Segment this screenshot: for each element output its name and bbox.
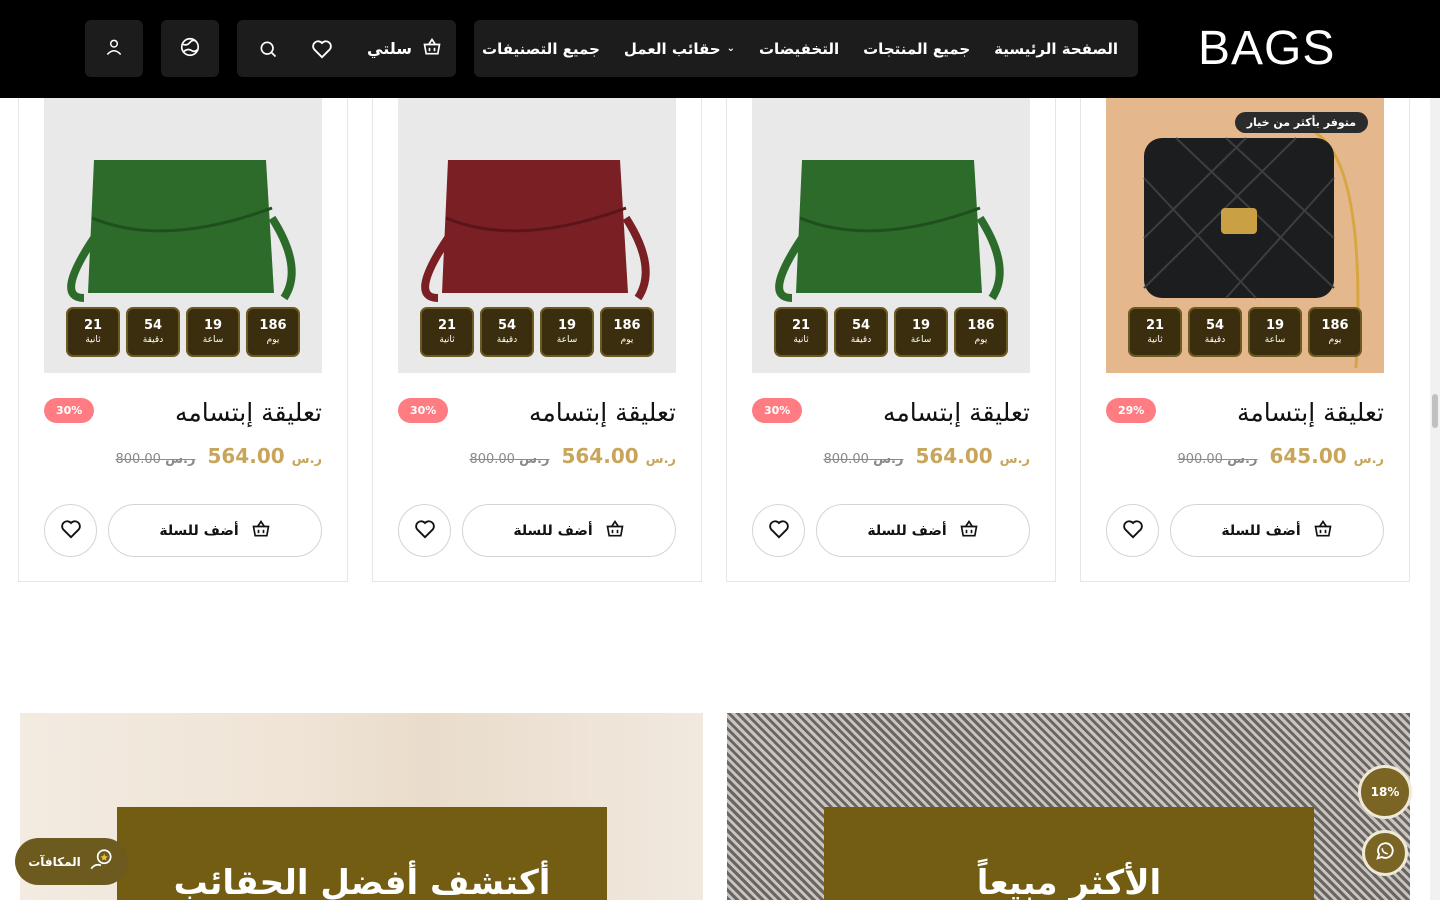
banner-overlay: أكتشف أفضل الحقائب (117, 807, 607, 900)
discount-badge: 30% (44, 398, 95, 423)
globe-icon (179, 36, 201, 62)
timer-hours: 19 ساعة (540, 307, 594, 357)
timer-seconds: 21 ثانية (1128, 307, 1182, 357)
product-image[interactable]: متوفر بأكثر من خيار 186 يوم 19 ساعة 54 دقيق… (1106, 98, 1384, 373)
product-name[interactable]: تعليقة إبتسامه (529, 398, 676, 427)
basket-icon (959, 519, 979, 543)
wishlist-button[interactable] (44, 504, 97, 557)
account-button[interactable] (85, 20, 143, 77)
add-to-cart-button[interactable]: أضف للسلة (462, 504, 676, 557)
product-image[interactable]: 186 يوم 19 ساعة 54 دقيقة 21 ثانية (44, 98, 322, 373)
header-tools: سلتي (237, 20, 456, 77)
heart-icon (1122, 519, 1144, 543)
wishlist-button[interactable] (398, 504, 451, 557)
countdown-timer: 186 يوم 19 ساعة 54 دقيقة 21 ثانية (1106, 307, 1384, 357)
countdown-timer: 186 يوم 19 ساعة 54 دقيقة 21 ثانية (398, 307, 676, 357)
banner-best-sellers[interactable]: الأكثر مبيعاً (727, 713, 1410, 900)
search-icon[interactable] (257, 38, 279, 60)
basket-icon (605, 519, 625, 543)
old-price: ر.س 800.00 (469, 452, 550, 467)
product-image[interactable]: 186 يوم 19 ساعة 54 دقيقة 21 ثانية (752, 98, 1030, 373)
old-price: ر.س 800.00 (115, 452, 196, 467)
timer-minutes: 54 دقيقة (834, 307, 888, 357)
banner-title: الأكثر مبيعاً (976, 863, 1162, 900)
heart-icon (414, 519, 436, 543)
nav-sales[interactable]: التخفيضات (759, 40, 839, 58)
countdown-timer: 186 يوم 19 ساعة 54 دقيقة 21 ثانية (752, 307, 1030, 357)
product-card[interactable]: متوفر بأكثر من خيار 186 يوم 19 ساعة 54 دقيق… (1080, 80, 1410, 582)
site-header: BAGS الصفحة الرئيسية جميع المنتجات التخف… (0, 0, 1440, 98)
nav-home[interactable]: الصفحة الرئيسية (994, 40, 1118, 58)
timer-days: 186 يوم (954, 307, 1008, 357)
timer-minutes: 54 دقيقة (1188, 307, 1242, 357)
chevron-down-icon: ⌄ (726, 43, 735, 54)
basket-icon (251, 519, 271, 543)
add-to-cart-button[interactable]: أضف للسلة (816, 504, 1030, 557)
timer-seconds: 21 ثانية (420, 307, 474, 357)
nav-all-categories[interactable]: جميع التصنيفات (482, 40, 600, 58)
logo-text: BAGS (1198, 22, 1336, 75)
product-card[interactable]: 186 يوم 19 ساعة 54 دقيقة 21 ثانية تعليقة إبت… (372, 80, 702, 582)
progress-indicator[interactable]: 18% (1358, 765, 1412, 819)
price-row: ر.س 900.00 ر.س 645.00 (1177, 444, 1384, 468)
scrollbar[interactable] (1430, 98, 1440, 900)
banner-overlay: الأكثر مبيعاً (824, 807, 1314, 900)
options-badge: متوفر بأكثر من خيار (1234, 112, 1368, 133)
banner-title: أكتشف أفضل الحقائب (173, 863, 551, 900)
product-name[interactable]: تعليقة إبتسامه (175, 398, 322, 427)
current-price: ر.س 645.00 (1269, 444, 1384, 468)
timer-minutes: 54 دقيقة (126, 307, 180, 357)
heart-icon (768, 519, 790, 543)
timer-days: 186 يوم (246, 307, 300, 357)
timer-hours: 19 ساعة (894, 307, 948, 357)
discount-badge: 30% (752, 398, 803, 423)
old-price: ر.س 800.00 (823, 452, 904, 467)
product-card[interactable]: 186 يوم 19 ساعة 54 دقيقة 21 ثانية تعليقة إبت… (726, 80, 1056, 582)
rewards-button[interactable]: المكافآت (15, 838, 128, 885)
timer-hours: 19 ساعة (186, 307, 240, 357)
discount-badge: 30% (398, 398, 449, 423)
whatsapp-button[interactable] (1362, 830, 1408, 876)
timer-hours: 19 ساعة (1248, 307, 1302, 357)
heart-icon (60, 519, 82, 543)
timer-days: 186 يوم (1308, 307, 1362, 357)
current-price: ر.س 564.00 (915, 444, 1030, 468)
add-to-cart-button[interactable]: أضف للسلة (1170, 504, 1384, 557)
whatsapp-icon (1374, 840, 1396, 866)
basket-icon (422, 37, 442, 61)
old-price: ر.س 900.00 (1177, 452, 1258, 467)
wishlist-button[interactable] (1106, 504, 1159, 557)
user-icon (104, 37, 124, 61)
logo[interactable]: BAGS (1198, 24, 1348, 74)
language-button[interactable] (161, 20, 219, 77)
current-price: ر.س 564.00 (561, 444, 676, 468)
wishlist-button[interactable] (752, 504, 805, 557)
product-image[interactable]: 186 يوم 19 ساعة 54 دقيقة 21 ثانية (398, 98, 676, 373)
discount-badge: 29% (1106, 398, 1157, 423)
price-row: ر.س 800.00 ر.س 564.00 (469, 444, 676, 468)
nav-work-bags[interactable]: حقائب العمل ⌄ (624, 40, 735, 58)
timer-seconds: 21 ثانية (66, 307, 120, 357)
timer-minutes: 54 دقيقة (480, 307, 534, 357)
product-name[interactable]: تعليقة إبتسامه (883, 398, 1030, 427)
scrollbar-thumb[interactable] (1432, 394, 1438, 428)
main-nav: الصفحة الرئيسية جميع المنتجات التخفيضات … (474, 20, 1138, 77)
timer-days: 186 يوم (600, 307, 654, 357)
product-card[interactable]: 186 يوم 19 ساعة 54 دقيقة 21 ثانية تعليقة إبت… (18, 80, 348, 582)
price-row: ر.س 800.00 ر.س 564.00 (823, 444, 1030, 468)
basket-icon (1313, 519, 1333, 543)
heart-icon[interactable] (311, 38, 333, 60)
countdown-timer: 186 يوم 19 ساعة 54 دقيقة 21 ثانية (44, 307, 322, 357)
timer-seconds: 21 ثانية (774, 307, 828, 357)
nav-all-products[interactable]: جميع المنتجات (863, 40, 970, 58)
rewards-icon (89, 847, 115, 876)
cart-button[interactable]: سلتي (367, 37, 442, 61)
product-name[interactable]: تعليقة إبتسامة (1237, 398, 1384, 427)
current-price: ر.س 564.00 (207, 444, 322, 468)
add-to-cart-button[interactable]: أضف للسلة (108, 504, 322, 557)
price-row: ر.س 800.00 ر.س 564.00 (115, 444, 322, 468)
